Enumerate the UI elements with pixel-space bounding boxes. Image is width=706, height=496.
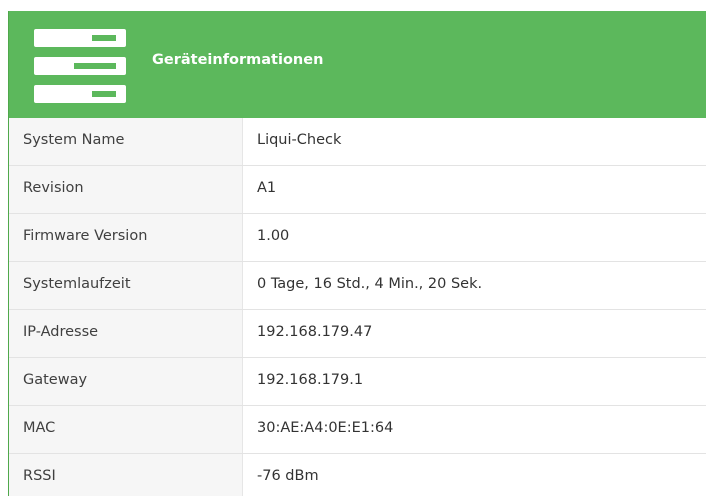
row-value: 0 Tage, 16 Std., 4 Min., 20 Sek. (257, 276, 483, 292)
table-row: Systemlaufzeit 0 Tage, 16 Std., 4 Min., … (9, 262, 706, 310)
label-cell: MAC (9, 406, 243, 453)
label-cell: Revision (9, 166, 243, 213)
server-icon (34, 29, 126, 103)
row-value: 30:AE:A4:0E:E1:64 (257, 420, 394, 436)
label-cell: Gateway (9, 358, 243, 405)
table-row: Gateway 192.168.179.1 (9, 358, 706, 406)
table-row: Firmware Version 1.00 (9, 214, 706, 262)
row-value: -76 dBm (257, 468, 319, 484)
table-row: Revision A1 (9, 166, 706, 214)
table-row: RSSI -76 dBm (9, 454, 706, 496)
row-value: 192.168.179.1 (257, 372, 364, 388)
row-label: Gateway (23, 372, 88, 388)
table-row: MAC 30:AE:A4:0E:E1:64 (9, 406, 706, 454)
info-table: System Name Liqui-Check Revision A1 Firm… (9, 118, 706, 496)
row-label: Systemlaufzeit (23, 276, 131, 292)
row-label: Firmware Version (23, 228, 148, 244)
label-cell: IP-Adresse (9, 310, 243, 357)
row-value: Liqui-Check (257, 132, 342, 148)
device-info-panel: Geräteinformationen System Name Liqui-Ch… (8, 11, 706, 496)
row-label: MAC (23, 420, 56, 436)
table-row: System Name Liqui-Check (9, 118, 706, 166)
label-cell: Firmware Version (9, 214, 243, 261)
row-label: System Name (23, 132, 125, 148)
table-row: IP-Adresse 192.168.179.47 (9, 310, 706, 358)
panel-title: Geräteinformationen (152, 52, 324, 68)
row-label: Revision (23, 180, 84, 196)
row-value: A1 (257, 180, 277, 196)
panel-header: Geräteinformationen (9, 11, 706, 118)
row-value: 192.168.179.47 (257, 324, 373, 340)
label-cell: RSSI (9, 454, 243, 496)
label-cell: System Name (9, 118, 243, 165)
label-cell: Systemlaufzeit (9, 262, 243, 309)
row-label: RSSI (23, 468, 56, 484)
row-value: 1.00 (257, 228, 290, 244)
row-label: IP-Adresse (23, 324, 99, 340)
